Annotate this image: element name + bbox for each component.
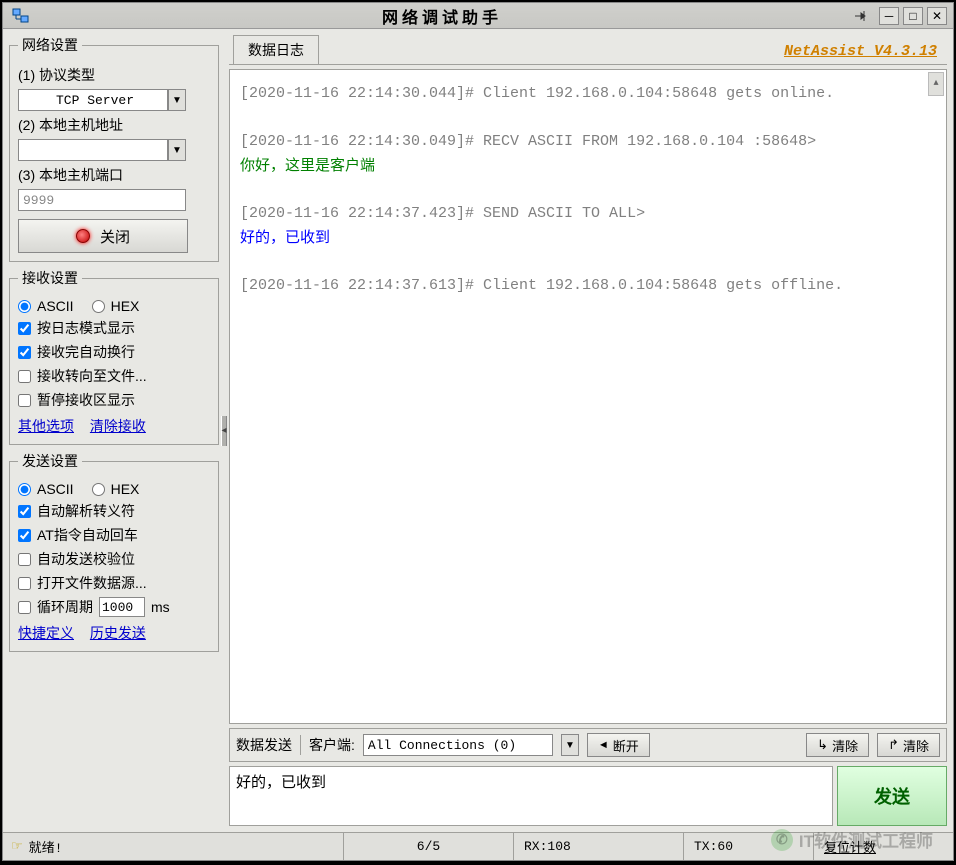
recv-other-options-link[interactable]: 其他选项 — [18, 418, 74, 434]
sidebar: 网络设置 (1) 协议类型 ▼ (2) 本地主机地址 ▼ (3) 本地主机端口 … — [9, 35, 219, 826]
send-ascii-radio[interactable] — [18, 483, 31, 496]
statusbar: ☞ 就绪! 6/5 RX:108 TX:60 复位计数 ✆ IT软件测试工程师 — [3, 832, 953, 860]
maximize-button[interactable]: □ — [903, 7, 923, 25]
status-ready: ☞ 就绪! — [3, 833, 343, 860]
status-ratio: 6/5 — [343, 833, 513, 860]
recv-settings-legend: 接收设置 — [18, 268, 82, 288]
close-button-label: 关闭 — [100, 226, 130, 247]
host-dropdown-icon[interactable]: ▼ — [168, 139, 186, 161]
send-file-source-check[interactable] — [18, 577, 31, 590]
connection-select[interactable] — [363, 734, 553, 756]
protocol-select[interactable] — [18, 89, 168, 111]
recv-settings-group: 接收设置 ASCII HEX 按日志模式显示 接收完自动换行 接收转向至文件..… — [9, 268, 219, 445]
tab-data-log[interactable]: 数据日志 — [233, 35, 319, 64]
send-at-cr-check[interactable] — [18, 529, 31, 542]
recv-clear-link[interactable]: 清除接收 — [90, 418, 146, 434]
version-link[interactable]: NetAssist V4.3.13 — [784, 43, 937, 64]
window-title: 网络调试助手 — [35, 4, 849, 28]
minimize-button[interactable]: ─ — [879, 7, 899, 25]
status-ready-label: 就绪! — [29, 837, 63, 856]
log-line: [2020-11-16 22:14:37.423]# SEND ASCII TO… — [240, 202, 936, 226]
send-settings-legend: 发送设置 — [18, 451, 82, 471]
send-history-link[interactable]: 历史发送 — [90, 625, 146, 641]
send-tab-label: 数据发送 — [236, 735, 292, 755]
log-line: [2020-11-16 22:14:37.613]# Client 192.16… — [240, 274, 936, 298]
send-hex-label[interactable]: HEX — [111, 481, 140, 497]
host-label: (2) 本地主机地址 — [18, 115, 210, 135]
recv-check3-label[interactable]: 接收转向至文件... — [37, 366, 147, 386]
close-connection-button[interactable]: 关闭 — [18, 219, 188, 253]
recv-check2-label[interactable]: 接收完自动换行 — [37, 342, 135, 362]
send-ascii-label[interactable]: ASCII — [37, 481, 74, 497]
clear-recv-button[interactable]: ↳清除 — [806, 733, 869, 757]
titlebar: 网络调试助手 ─ □ ✕ — [3, 3, 953, 29]
recv-hex-radio[interactable] — [92, 300, 105, 313]
send-settings-group: 发送设置 ASCII HEX 自动解析转义符 AT指令自动回车 自动发送校验位 … — [9, 451, 219, 652]
status-reset-label: 复位计数 — [824, 837, 876, 856]
protocol-label: (1) 协议类型 — [18, 65, 210, 85]
recv-check1-label[interactable]: 按日志模式显示 — [37, 318, 135, 338]
recv-hex-label[interactable]: HEX — [111, 298, 140, 314]
send-check1-label[interactable]: 自动解析转义符 — [37, 501, 135, 521]
log-line: 好的，已收到 — [240, 226, 936, 250]
close-window-button[interactable]: ✕ — [927, 7, 947, 25]
send-button[interactable]: 发送 — [837, 766, 947, 826]
status-reset[interactable]: 复位计数 — [813, 833, 953, 860]
app-icon — [7, 6, 35, 26]
disconnect-button[interactable]: ◄ 断开 — [587, 733, 650, 757]
send-text-input[interactable] — [229, 766, 833, 826]
clear-send-button[interactable]: ↱清除 — [877, 733, 940, 757]
send-check3-label[interactable]: 自动发送校验位 — [37, 549, 135, 569]
send-cycle-check[interactable] — [18, 601, 31, 614]
network-settings-legend: 网络设置 — [18, 35, 82, 55]
send-toolbar: 数据发送 客户端: ▼ ◄断开 ↳清除 ↱清除 — [229, 728, 947, 762]
left-arrow-icon: ◄ — [598, 739, 609, 751]
send-check4-label[interactable]: 打开文件数据源... — [37, 573, 147, 593]
app-window: 网络调试助手 ─ □ ✕ 网络设置 (1) 协议类型 ▼ (2) 本地主机地址 … — [2, 2, 954, 861]
recv-ascii-label[interactable]: ASCII — [37, 298, 74, 314]
recv-log-mode-check[interactable] — [18, 322, 31, 335]
splitter[interactable]: ◂ — [219, 35, 229, 826]
send-cycle-unit: ms — [151, 599, 170, 615]
send-shortcut-link[interactable]: 快捷定义 — [18, 625, 74, 641]
send-cycle-label[interactable]: 循环周期 — [37, 597, 93, 617]
send-checksum-check[interactable] — [18, 553, 31, 566]
send-hex-radio[interactable] — [92, 483, 105, 496]
protocol-dropdown-icon[interactable]: ▼ — [168, 89, 186, 111]
log-line: [2020-11-16 22:14:30.044]# Client 192.16… — [240, 82, 936, 106]
send-escape-check[interactable] — [18, 505, 31, 518]
log-line — [240, 250, 936, 274]
scrollbar-up-icon[interactable]: ▴ — [928, 72, 944, 96]
log-line — [240, 178, 936, 202]
pin-icon[interactable] — [849, 7, 871, 25]
status-rx: RX:108 — [513, 833, 683, 860]
connection-dropdown-icon[interactable]: ▼ — [561, 734, 579, 756]
send-cycle-input[interactable] — [99, 597, 145, 617]
recv-check4-label[interactable]: 暂停接收区显示 — [37, 390, 135, 410]
splitter-grip-icon: ◂ — [221, 416, 227, 446]
log-line — [240, 106, 936, 130]
host-select[interactable] — [18, 139, 168, 161]
port-label: (3) 本地主机端口 — [18, 165, 210, 185]
recv-to-file-check[interactable] — [18, 370, 31, 383]
send-check2-label[interactable]: AT指令自动回车 — [37, 525, 138, 545]
network-settings-group: 网络设置 (1) 协议类型 ▼ (2) 本地主机地址 ▼ (3) 本地主机端口 … — [9, 35, 219, 262]
clear2-label: 清除 — [903, 736, 929, 755]
disconnect-label: 断开 — [613, 736, 639, 755]
hand-icon: ☞ — [11, 839, 23, 854]
status-tx: TX:60 — [683, 833, 813, 860]
log-area[interactable]: ▴ [2020-11-16 22:14:30.044]# Client 192.… — [229, 69, 947, 724]
main-panel: 数据日志 NetAssist V4.3.13 ▴ [2020-11-16 22:… — [229, 35, 947, 826]
clear1-label: 清除 — [832, 736, 858, 755]
recv-auto-newline-check[interactable] — [18, 346, 31, 359]
log-line: [2020-11-16 22:14:30.049]# RECV ASCII FR… — [240, 130, 936, 154]
log-line: 你好，这里是客户端 — [240, 154, 936, 178]
recv-pause-check[interactable] — [18, 394, 31, 407]
down-arrow-icon: ↳ — [817, 737, 828, 753]
recv-ascii-radio[interactable] — [18, 300, 31, 313]
status-dot-icon — [76, 229, 90, 243]
up-arrow-icon: ↱ — [888, 737, 899, 753]
client-label: 客户端: — [309, 735, 355, 755]
port-input[interactable] — [18, 189, 186, 211]
